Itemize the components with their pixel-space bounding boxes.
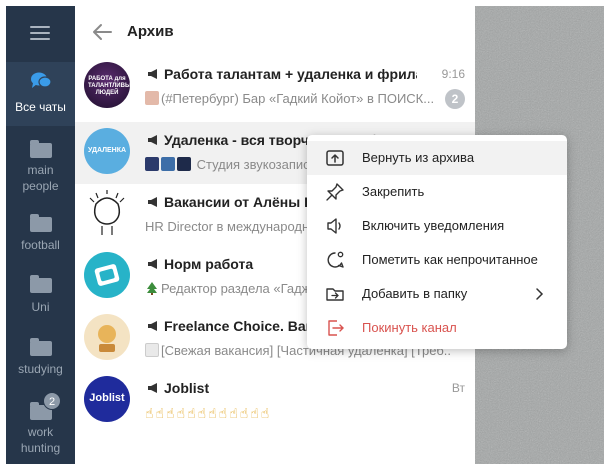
folder-icon (30, 140, 52, 158)
avatar (84, 314, 130, 360)
folder-studying[interactable]: studying (6, 328, 75, 392)
sketch-portrait-icon (89, 190, 125, 235)
chat-name: Работа талантам + удаленка и фриланс (147, 66, 417, 82)
folder-icon (30, 214, 52, 232)
menu-item-label: Добавить в папку (362, 286, 468, 301)
folder-football[interactable]: football (6, 204, 75, 268)
media-thumbnail-icon (161, 157, 175, 171)
unarchive-icon (326, 150, 344, 166)
menu-item-mark-unread[interactable]: Пометить как непрочитанное (307, 243, 567, 277)
panel-header: Архив (75, 6, 475, 56)
megaphone-icon (148, 321, 157, 331)
folder-icon (30, 275, 52, 293)
menu-item-label: Вернуть из архива (362, 150, 475, 165)
avatar-text: Joblist (89, 392, 125, 404)
chevron-right-icon (536, 288, 544, 300)
folder-label: main people (22, 163, 59, 193)
pin-icon (326, 183, 344, 201)
megaphone-icon (148, 69, 157, 79)
folder-label: studying (18, 362, 63, 376)
unread-badge: 2 (445, 89, 465, 109)
folder-add-icon (326, 288, 344, 301)
context-menu: Вернуть из архива Закрепить Включить уве… (307, 135, 567, 349)
folder-uni[interactable]: Uni (6, 265, 75, 329)
folder-main-people[interactable]: main people (6, 130, 75, 194)
media-thumbnail-icon (177, 157, 191, 171)
chat-preview: (#Петербург) Бар «Гадкий Койот» в ПОИСК.… (145, 91, 450, 106)
folder-icon (30, 338, 52, 356)
speaker-icon (327, 218, 341, 234)
chat-name: Joblist (147, 380, 417, 396)
norm-rabota-logo-icon (94, 264, 120, 286)
folder-rail: Все чаты main people football Uni studyi… (6, 6, 75, 464)
leave-icon (328, 320, 344, 336)
folder-all-chats[interactable]: Все чаты (6, 62, 75, 126)
menu-item-unarchive[interactable]: Вернуть из архива (307, 141, 567, 175)
menu-item-add-to-folder[interactable]: Добавить в папку (307, 277, 567, 311)
chat-title: Норм работа (164, 256, 254, 272)
unread-icon (327, 251, 344, 268)
chat-title: Работа талантам + удаленка и фриланс (164, 66, 417, 82)
chat-row[interactable]: РАБОТА для ТАЛАНТЛИВЫХ ЛЮДЕЙ Работа тала… (75, 56, 475, 118)
folder-label: football (21, 238, 60, 252)
folder-work-hunting[interactable]: 2 work hunting (6, 392, 75, 456)
preview-text: ☝☝☝☝☝☝☝☝☝☝☝☝ (145, 405, 272, 421)
page-title: Архив (127, 23, 174, 40)
megaphone-icon (148, 383, 157, 393)
avatar (84, 190, 130, 236)
media-thumbnail-icon (145, 91, 159, 105)
chat-preview: ☝☝☝☝☝☝☝☝☝☝☝☝ (145, 405, 450, 422)
chat-time: Вт (451, 381, 465, 395)
menu-item-label: Пометить как непрочитанное (362, 252, 538, 267)
menu-item-unmute[interactable]: Включить уведомления (307, 209, 567, 243)
freelance-choice-logo-icon (98, 325, 116, 352)
megaphone-icon (148, 197, 157, 207)
media-thumbnail-icon (145, 157, 159, 171)
avatar: РАБОТА для ТАЛАНТЛИВЫХ ЛЮДЕЙ (84, 62, 130, 108)
menu-item-label: Включить уведомления (362, 218, 505, 233)
avatar-text: РАБОТА для ТАЛАНТЛИВЫХ ЛЮДЕЙ (88, 76, 130, 96)
chats-icon (31, 72, 52, 88)
menu-item-label: Закрепить (362, 184, 425, 199)
chat-row[interactable]: Joblist Joblist Вт ☝☝☝☝☝☝☝☝☝☝☝☝ (75, 370, 475, 432)
avatar: Joblist (84, 376, 130, 422)
folder-label: Все чаты (15, 100, 66, 114)
menu-item-leave-channel[interactable]: Покинуть канал (307, 311, 567, 345)
tree-icon (147, 282, 157, 295)
folder-label: Uni (31, 300, 50, 314)
back-arrow-icon[interactable] (91, 22, 113, 42)
preview-text: Студия звукозаписи (196, 157, 317, 172)
preview-text: (#Петербург) Бар «Гадкий Койот» в ПОИСК.… (161, 91, 435, 106)
avatar: УДАЛЕНКА (84, 128, 130, 174)
folder-label: work hunting (20, 425, 61, 455)
megaphone-icon (148, 135, 157, 145)
menu-item-pin[interactable]: Закрепить (307, 175, 567, 209)
media-thumbnail-icon (145, 343, 159, 357)
avatar-text: УДАЛЕНКА (87, 147, 127, 154)
avatar (84, 252, 130, 298)
folder-unread-badge: 2 (43, 392, 61, 410)
megaphone-icon (148, 259, 157, 269)
menu-item-label: Покинуть канал (362, 320, 457, 335)
chat-time: 9:16 (441, 67, 465, 81)
chat-title: Joblist (164, 380, 210, 396)
menu-icon[interactable] (30, 26, 50, 40)
